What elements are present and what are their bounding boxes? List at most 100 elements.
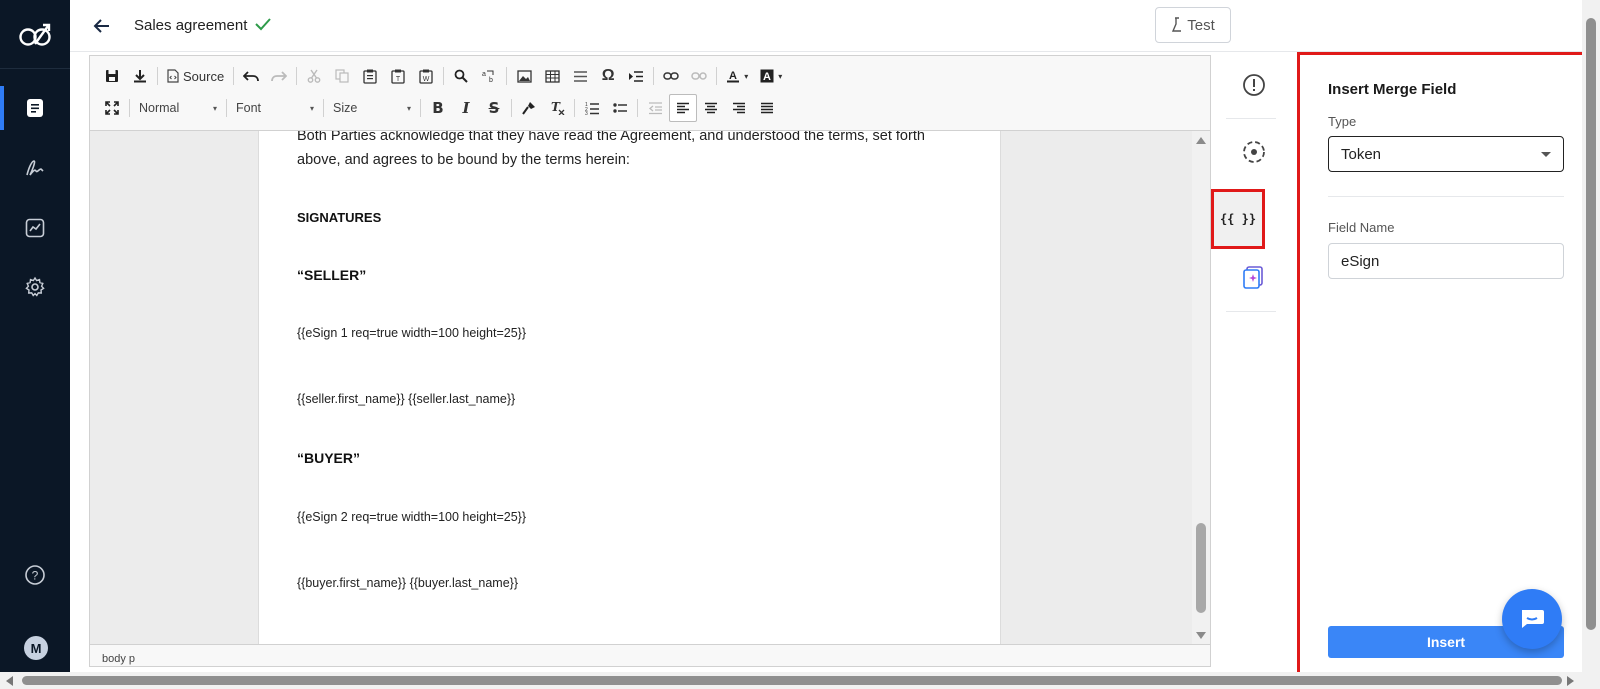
document-page[interactable]: Both Parties acknowledge that they have … [258,131,1001,645]
nav-settings[interactable] [0,265,70,309]
copy-icon[interactable] [328,62,356,90]
align-center-icon[interactable] [697,94,725,122]
svg-text:a: a [482,71,486,78]
back-button[interactable] [90,14,114,38]
save-icon[interactable] [98,62,126,90]
nav-signatures[interactable] [0,146,70,190]
target-icon [1243,141,1265,163]
scroll-right-icon[interactable] [1567,676,1574,686]
italic-icon[interactable]: I [452,94,480,122]
editor-scroll-thumb[interactable] [1196,523,1206,613]
unlink-icon[interactable] [685,62,713,90]
toolbar-separator [574,99,575,117]
source-button[interactable]: Source [161,62,230,90]
copy-format-icon[interactable] [515,94,543,122]
svg-text:b: b [489,77,493,83]
replace-icon[interactable]: ab [475,62,503,90]
seller-name-token: {{seller.first_name}} {{seller.last_name… [297,392,516,406]
size-dropdown[interactable]: Size ▾ [327,96,417,120]
bulleted-list-icon[interactable] [606,94,634,122]
nav-help[interactable]: ? [0,553,70,597]
find-icon[interactable] [447,62,475,90]
bg-color-button[interactable]: A ▾ [754,62,788,90]
rail-info-button[interactable] [1229,60,1279,110]
special-char-icon[interactable]: Ω [594,62,622,90]
chart-icon [25,218,45,238]
paste-word-icon[interactable]: W [412,62,440,90]
document-body[interactable]: Both Parties acknowledge that they have … [297,131,947,595]
strikethrough-icon[interactable]: S [480,94,508,122]
image-icon[interactable] [510,62,538,90]
svg-text:T: T [396,76,401,83]
toolbar-separator [420,99,421,117]
gear-icon [25,276,45,297]
bold-icon[interactable]: B [424,94,452,122]
toolbar-separator [226,99,227,117]
bg-color-icon: A [760,69,774,83]
numbered-list-icon[interactable]: 123 [578,94,606,122]
svg-text:W: W [423,76,430,83]
page-break-icon[interactable] [622,62,650,90]
table-icon[interactable] [538,62,566,90]
insert-button-label: Insert [1426,634,1466,650]
page-horizontal-scroll-thumb[interactable] [22,676,1562,685]
download-icon[interactable] [126,62,154,90]
text-color-button[interactable]: A ▾ [720,62,754,90]
horizontal-line-icon[interactable] [566,62,594,90]
alert-circle-icon [1243,74,1265,96]
signatures-heading: SIGNATURES [297,210,382,225]
nav-documents[interactable] [0,86,70,130]
toolbar-separator [506,67,508,85]
toolbar-separator [637,99,638,117]
outdent-icon[interactable] [641,94,669,122]
source-icon [167,69,179,83]
font-dropdown[interactable]: Font ▾ [230,96,320,120]
side-rail: {{ }} [1211,52,1288,689]
align-left-icon[interactable] [669,94,697,122]
element-path[interactable]: body p [102,653,135,665]
rail-fields-button[interactable] [1229,127,1279,177]
insert-merge-field-panel: Insert Merge Field Type Token Field Name… [1297,52,1600,689]
page-horizontal-scrollbar[interactable] [0,672,1600,689]
font-dropdown-value: Font [236,101,262,115]
toolbar-separator [443,67,445,85]
curly-braces-icon: {{ }} [1219,212,1257,226]
toolbar-separator [129,99,130,117]
editor-scrollbar[interactable] [1192,131,1210,645]
chat-icon [1522,610,1544,628]
maximize-icon[interactable] [98,94,126,122]
app-root: ? M Sales agreement Test Source T W a b … [0,0,1600,689]
rail-merge-field-button[interactable]: {{ }} [1211,189,1265,249]
type-select[interactable]: Token [1328,136,1564,172]
svg-text:A: A [729,70,737,82]
format-dropdown[interactable]: Normal ▾ [133,96,223,120]
acknowledgement-paragraph: Both Parties acknowledge that they have … [297,131,925,168]
page-vertical-scrollbar[interactable] [1582,0,1600,672]
nav-reports[interactable] [0,206,70,250]
align-right-icon[interactable] [725,94,753,122]
rail-divider [1226,311,1276,312]
undo-icon[interactable] [237,62,265,90]
user-avatar[interactable]: M [24,636,48,660]
remove-format-icon[interactable]: T [543,94,571,122]
size-dropdown-value: Size [333,101,358,115]
redo-icon[interactable] [265,62,293,90]
rail-ai-button[interactable] [1229,252,1279,302]
paste-icon[interactable] [356,62,384,90]
toolbar-separator [716,67,718,85]
justify-icon[interactable] [753,94,781,122]
scroll-left-icon[interactable] [6,676,13,686]
text-color-icon: A [727,70,740,83]
page-vertical-scroll-thumb[interactable] [1586,18,1596,630]
field-name-input[interactable]: eSign [1328,243,1564,279]
paste-text-icon[interactable]: T [384,62,412,90]
test-button[interactable]: Test [1155,7,1231,43]
scroll-up-icon[interactable] [1196,137,1206,144]
seller-esign-token: {{eSign 1 req=true width=100 height=25}} [297,326,527,340]
cut-icon[interactable] [300,62,328,90]
link-icon[interactable] [657,62,685,90]
scroll-down-icon[interactable] [1196,632,1206,639]
app-logo-icon[interactable] [18,20,54,50]
test-button-label: Test [1187,16,1215,34]
chat-support-button[interactable] [1502,589,1562,649]
